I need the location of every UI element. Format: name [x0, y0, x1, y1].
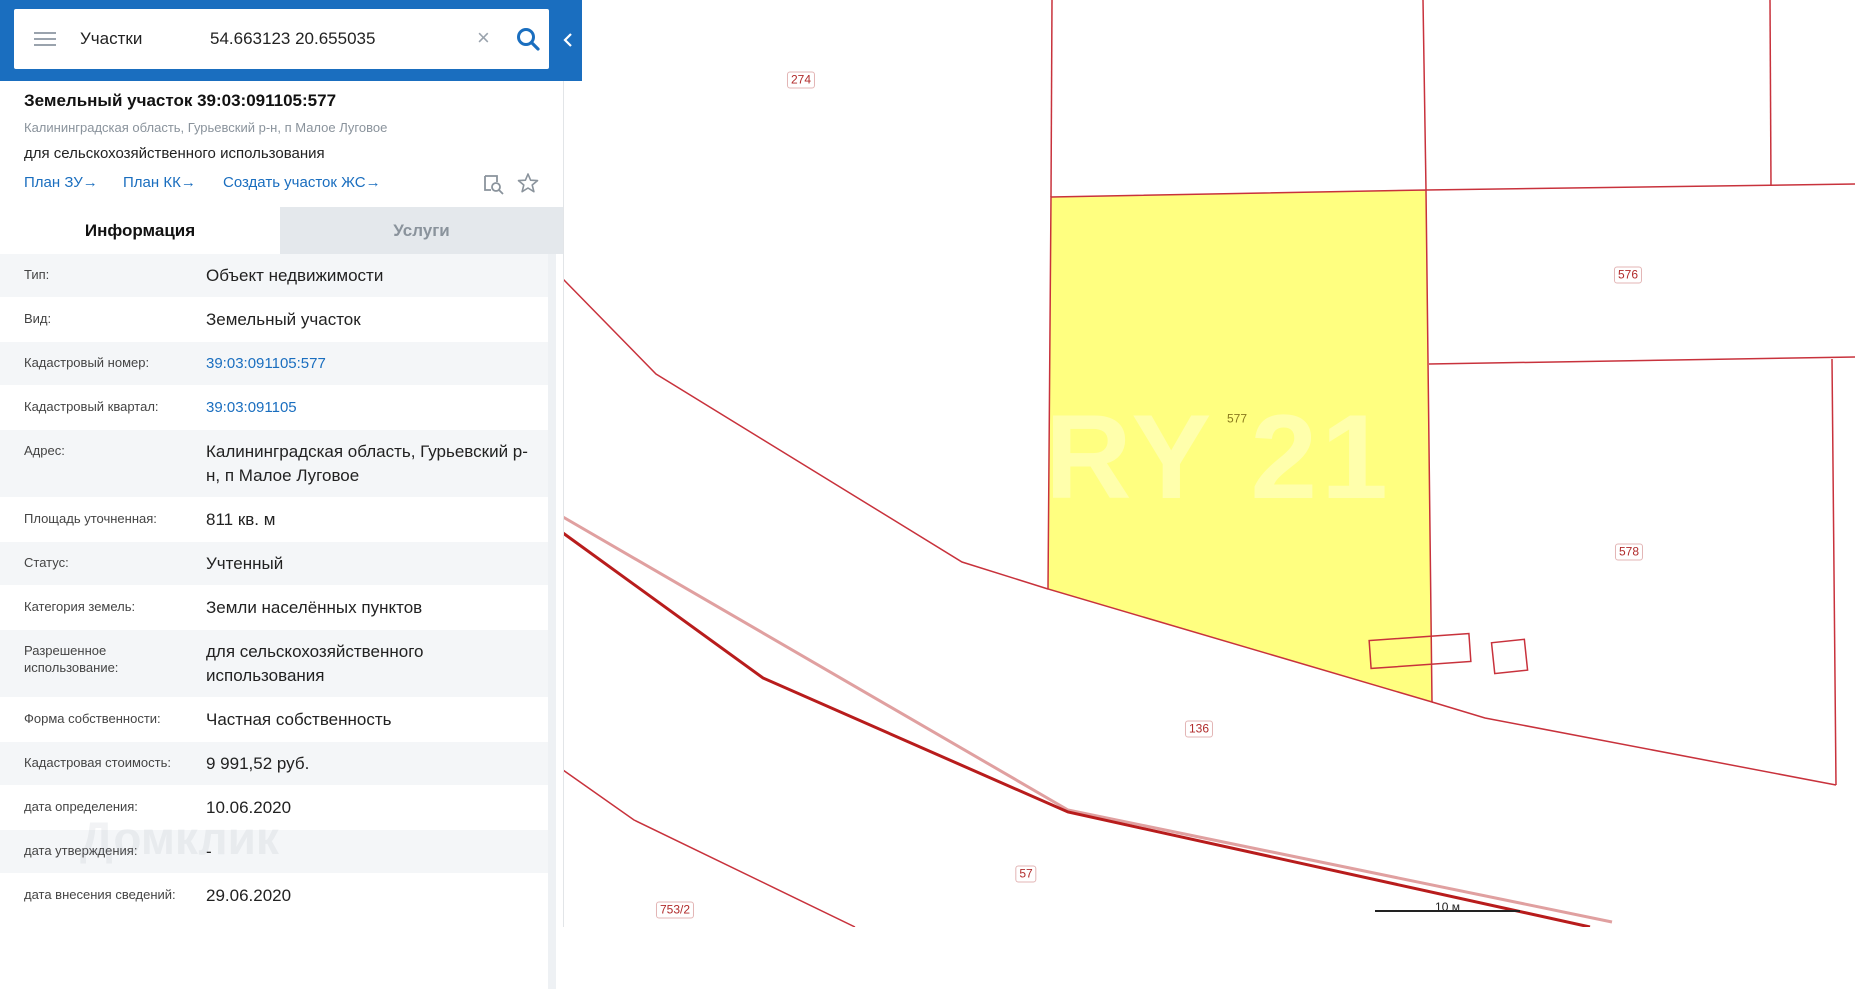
arrow-right-icon: → — [365, 174, 381, 191]
info-value: Земли населённых пунктов — [206, 598, 423, 617]
info-value: для сельскохозяйственного использования — [206, 642, 424, 685]
domclick-watermark: Домклик — [80, 812, 279, 864]
find-on-map-icon[interactable] — [482, 173, 504, 195]
info-value: 811 кв. м — [206, 510, 276, 529]
info-key: Статус: — [24, 555, 69, 570]
cadastral-number-link[interactable]: 39:03:091105:577 — [206, 352, 541, 376]
info-row-cadastral-number: Кадастровый номер: 39:03:091105:577 — [0, 342, 548, 386]
plot-label-136[interactable]: 136 — [1184, 720, 1214, 738]
info-row-land-category: Категория земель: Земли населённых пункт… — [0, 586, 548, 630]
info-value: Калининградская область, Гурьевский р-н,… — [206, 442, 528, 485]
info-key: Площадь уточненная: — [24, 511, 157, 526]
close-icon[interactable]: × — [477, 24, 490, 52]
info-key: Разрешенное использование: — [24, 643, 119, 675]
plot-label-577[interactable]: 577 — [1222, 410, 1252, 428]
search-icon[interactable] — [514, 25, 542, 53]
info-row-kind: Вид: Земельный участок — [0, 298, 548, 342]
plan-kk-link[interactable]: План КК→ — [123, 174, 196, 191]
info-value: Земельный участок — [206, 310, 361, 329]
watermark-text: RY 21 — [1045, 390, 1392, 524]
plan-kk-label: План КК — [123, 174, 181, 191]
star-icon[interactable] — [517, 172, 539, 194]
search-box: Участки ⌄ × — [14, 9, 549, 69]
tab-info[interactable]: Информация — [0, 207, 280, 254]
info-key: дата внесения сведений: — [24, 887, 176, 902]
info-row-cadastral-value: Кадастровая стоимость: 9 991,52 руб. — [0, 742, 548, 786]
map-scale: 10 м — [1375, 900, 1520, 916]
info-value: Объект недвижимости — [206, 266, 384, 285]
chevron-left-icon[interactable] — [556, 22, 580, 58]
plot-label-274[interactable]: 274 — [786, 71, 816, 89]
plot-address: Калининградская область, Гурьевский р-н,… — [24, 120, 388, 135]
plot-label-576[interactable]: 576 — [1613, 266, 1643, 284]
plot-info-panel: Земельный участок 39:03:091105:577 Калин… — [0, 81, 564, 989]
info-row-permitted-use: Разрешенное использование: для сельскохо… — [0, 630, 548, 698]
info-row-date-entered: дата внесения сведений: 29.06.2020 — [0, 874, 548, 918]
info-key: Вид: — [24, 311, 52, 326]
menu-icon[interactable] — [34, 29, 56, 49]
create-plot-label: Создать участок ЖС — [223, 174, 366, 191]
info-key: Категория земель: — [24, 599, 136, 614]
info-value: 29.06.2020 — [206, 886, 292, 905]
info-key: Кадастровая стоимость: — [24, 755, 171, 770]
layer-select-value: Участки — [80, 29, 143, 48]
info-key: Адрес: — [24, 443, 65, 458]
info-row-cadastral-quarter: Кадастровый квартал: 39:03:091105 — [0, 386, 548, 430]
scale-bar — [1375, 910, 1520, 912]
plan-zu-label: План ЗУ — [24, 174, 83, 191]
info-key: Форма собственности: — [24, 711, 161, 726]
plot-label-578[interactable]: 578 — [1614, 543, 1644, 561]
plot-purpose: для сельскохозяйственного использования — [24, 145, 325, 162]
info-row-type: Тип: Объект недвижимости — [0, 254, 548, 298]
panel-tabs: Информация Услуги — [0, 207, 563, 254]
info-key: Кадастровый квартал: — [24, 399, 159, 414]
plot-label-753-2[interactable]: 753/2 — [655, 901, 695, 919]
plot-label-57[interactable]: 57 — [1015, 865, 1037, 883]
search-bar: Участки ⌄ × — [0, 0, 582, 81]
arrow-right-icon: → — [180, 174, 196, 191]
info-row-address: Адрес: Калининградская область, Гурьевск… — [0, 430, 548, 498]
cadastral-quarter-link[interactable]: 39:03:091105 — [206, 396, 541, 420]
plot-card-header: Земельный участок 39:03:091105:577 Калин… — [0, 81, 563, 207]
coordinates-search-input[interactable] — [210, 25, 470, 53]
info-value: Учтенный — [206, 554, 284, 573]
layer-select[interactable]: Участки ⌄ — [80, 27, 260, 51]
plot-title: Земельный участок 39:03:091105:577 — [24, 91, 337, 110]
info-key: Кадастровый номер: — [24, 355, 150, 370]
info-value: 9 991,52 руб. — [206, 754, 310, 773]
info-row-area: Площадь уточненная: 811 кв. м — [0, 498, 548, 542]
create-plot-link[interactable]: Создать участок ЖС→ — [223, 174, 381, 191]
info-key: Тип: — [24, 267, 50, 282]
info-row-ownership: Форма собственности: Частная собственнос… — [0, 698, 548, 742]
plan-zu-link[interactable]: План ЗУ→ — [24, 174, 98, 191]
panel-scrollbar[interactable] — [548, 254, 556, 989]
arrow-right-icon: → — [82, 174, 98, 191]
info-row-status: Статус: Учтенный — [0, 542, 548, 586]
info-value: Частная собственность — [206, 710, 392, 729]
tab-services[interactable]: Услуги — [280, 207, 563, 254]
